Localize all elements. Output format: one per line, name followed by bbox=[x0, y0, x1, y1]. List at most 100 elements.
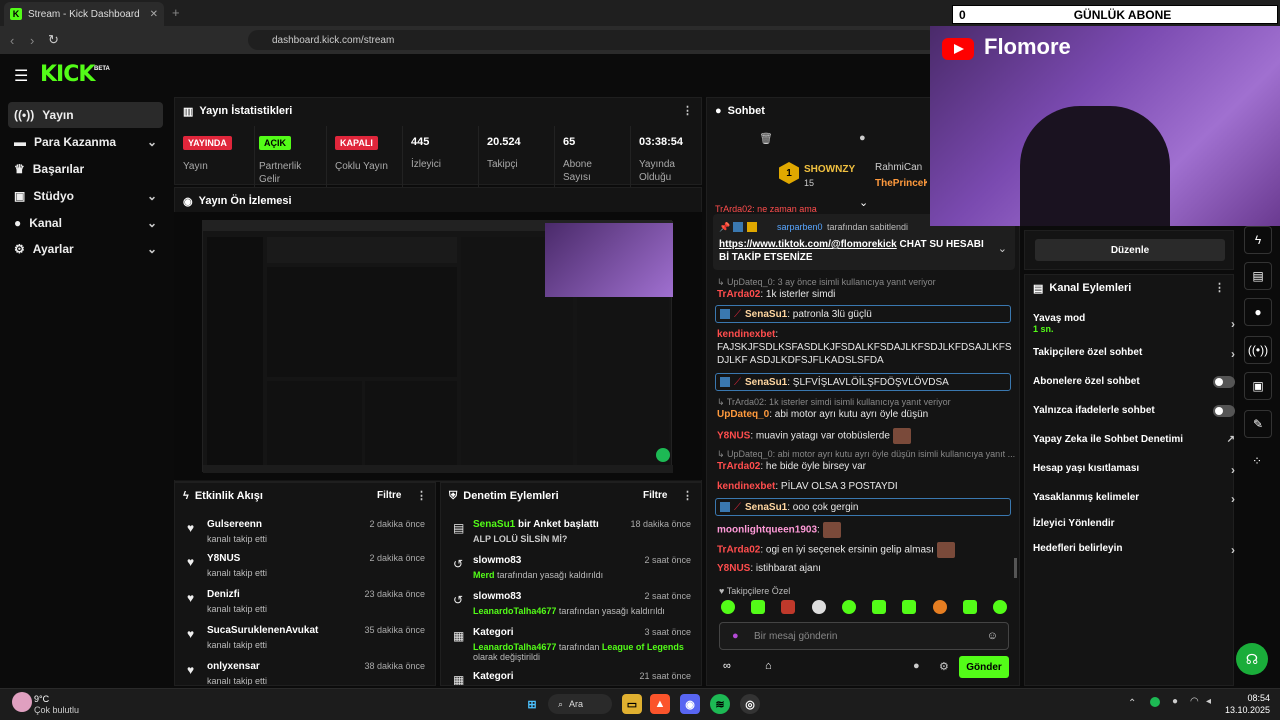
close-tab-icon[interactable]: ✕ bbox=[150, 9, 158, 20]
settings-icon[interactable]: ⚙ bbox=[939, 660, 949, 673]
weather-temp[interactable]: 9°C bbox=[34, 694, 49, 704]
wifi-icon[interactable]: ◠ bbox=[1190, 696, 1199, 707]
mod-target-user[interactable]: slowmo83 bbox=[473, 555, 521, 566]
chat-username[interactable]: SenaSu1 bbox=[745, 502, 787, 513]
followers-only-row[interactable]: Takipçilere özel sohbet › bbox=[1033, 347, 1235, 367]
account-age-row[interactable]: Hesap yaşı kısıtlaması › bbox=[1033, 463, 1235, 483]
sidebar-item-kanal[interactable]: ● Kanal ⌄ bbox=[8, 210, 163, 236]
top-user-name[interactable]: ThePrinceK bbox=[875, 178, 927, 189]
reload-icon[interactable]: ↻ bbox=[48, 32, 59, 48]
filter-button[interactable]: Filtre bbox=[377, 490, 401, 501]
mod-target-user[interactable]: slowmo83 bbox=[473, 591, 521, 602]
community-icon[interactable]: ⁘ bbox=[1252, 454, 1262, 468]
chevron-down-icon[interactable]: ⌄ bbox=[998, 242, 1007, 255]
emote-icon[interactable] bbox=[721, 600, 735, 614]
toggle-switch[interactable] bbox=[1213, 405, 1235, 417]
chat-username[interactable]: TrArda02 bbox=[717, 289, 760, 300]
mod-username[interactable]: LeanardoTalha4677 bbox=[473, 606, 556, 616]
top-user-name[interactable]: SHOWNZY bbox=[804, 164, 855, 175]
browser-tab[interactable]: K Stream - Kick Dashboard ✕ bbox=[4, 2, 164, 26]
notes-button[interactable]: ▤ bbox=[1244, 262, 1272, 290]
layout-button[interactable]: ▣ bbox=[1244, 372, 1272, 400]
emote-icon[interactable] bbox=[751, 600, 766, 614]
chat-username[interactable]: UpDateq_0 bbox=[717, 409, 769, 420]
community-icon[interactable]: ∞ bbox=[723, 660, 731, 672]
file-explorer-icon[interactable]: ▭ bbox=[622, 694, 642, 714]
filter-button[interactable]: Filtre bbox=[643, 490, 667, 501]
more-options-icon[interactable]: ⋮ bbox=[416, 489, 427, 502]
chat-button[interactable]: ● bbox=[1244, 298, 1272, 326]
volume-icon[interactable]: ◂ bbox=[1206, 696, 1211, 707]
sidebar-item-para-kazanma[interactable]: ▬ Para Kazanma ⌄ bbox=[8, 129, 163, 155]
back-icon[interactable]: ‹ bbox=[10, 33, 14, 48]
chat-username[interactable]: kendinexbet bbox=[717, 481, 775, 492]
emote-icon[interactable] bbox=[962, 600, 977, 614]
new-tab-icon[interactable]: + bbox=[172, 5, 180, 20]
mod-username[interactable]: SenaSu1 bbox=[473, 519, 515, 530]
trash-icon[interactable]: 🗑 bbox=[759, 132, 773, 145]
feed-username[interactable]: Denizfi bbox=[207, 589, 240, 600]
tray-chevron-icon[interactable]: ⌃ bbox=[1128, 698, 1136, 709]
microphone-icon[interactable]: ● bbox=[732, 630, 739, 642]
feed-username[interactable]: SucaSuruklenenAvukat bbox=[207, 625, 318, 636]
store-icon[interactable]: ⌂ bbox=[765, 660, 772, 672]
feed-username[interactable]: Y8NUS bbox=[207, 553, 240, 564]
forward-icon[interactable]: › bbox=[30, 33, 34, 48]
mod-username[interactable]: LeanardoTalha4677 bbox=[473, 642, 556, 652]
send-button[interactable]: Gönder bbox=[959, 656, 1009, 678]
tools-button[interactable]: ✎ bbox=[1244, 410, 1272, 438]
broadcast-button[interactable]: ((•)) bbox=[1244, 336, 1272, 364]
chat-username[interactable]: TrArda02 bbox=[717, 461, 760, 472]
stream-preview-video[interactable] bbox=[174, 212, 702, 480]
emote-icon[interactable] bbox=[992, 600, 1007, 614]
slow-mode-row[interactable]: Yavaş mod 1 sn. › bbox=[1033, 313, 1235, 339]
edit-button[interactable]: Düzenle bbox=[1035, 239, 1225, 261]
taskbar-search[interactable]: ⌕ Ara bbox=[548, 694, 612, 714]
brave-browser-icon[interactable]: ▲ bbox=[650, 694, 670, 714]
discord-icon[interactable]: ◉ bbox=[680, 694, 700, 714]
feed-username[interactable]: Gulsereenn bbox=[207, 519, 262, 530]
emote-icon[interactable] bbox=[872, 600, 887, 614]
more-options-icon[interactable]: ⋮ bbox=[1214, 281, 1225, 294]
banned-words-row[interactable]: Yasaklanmış kelimeler › bbox=[1033, 492, 1235, 512]
weather-icon[interactable] bbox=[12, 692, 32, 712]
emoji-icon[interactable]: ☺ bbox=[987, 630, 998, 642]
sidebar-item-basarilar[interactable]: ♛ Başarılar bbox=[8, 156, 163, 182]
emotes-only-row[interactable]: Yalnızca ifadelerle sohbet bbox=[1033, 405, 1235, 425]
chat-username[interactable]: Y8NUS bbox=[717, 431, 750, 442]
obs-icon[interactable]: ◎ bbox=[740, 694, 760, 714]
category-link[interactable]: League of Legends bbox=[602, 642, 684, 652]
support-headset-icon[interactable]: ☊ bbox=[1236, 643, 1268, 675]
chat-username[interactable]: kendinexbet bbox=[717, 329, 775, 340]
emote-icon[interactable] bbox=[932, 600, 947, 614]
sidebar-item-yayin[interactable]: ((•)) Yayın bbox=[8, 102, 163, 128]
chat-username[interactable]: Y8NUS bbox=[717, 563, 750, 574]
toggle-switch[interactable] bbox=[1213, 376, 1235, 388]
more-options-icon[interactable]: ⋮ bbox=[682, 489, 693, 502]
quick-action-button[interactable]: ϟ bbox=[1244, 226, 1272, 254]
ai-moderation-row[interactable]: Yapay Zeka ile Sohbet Denetimi ↗ bbox=[1033, 434, 1235, 454]
chat-scrollbar[interactable] bbox=[1014, 558, 1017, 578]
set-goals-row[interactable]: Hedefleri belirleyin › bbox=[1033, 543, 1235, 563]
chat-username[interactable]: SenaSu1 bbox=[745, 309, 787, 320]
top-user-name[interactable]: RahmiCan bbox=[875, 162, 922, 173]
emote-icon[interactable] bbox=[902, 600, 917, 614]
clock-date[interactable]: 13.10.2025 bbox=[1216, 705, 1270, 715]
tray-app-icon[interactable] bbox=[1150, 697, 1160, 707]
pinned-link[interactable]: https://www.tiktok.com/@flomorekick bbox=[719, 239, 897, 250]
chat-bubble-icon[interactable]: ● bbox=[859, 132, 866, 144]
url-field[interactable]: dashboard.kick.com/stream bbox=[248, 30, 938, 50]
spotify-icon[interactable]: ≋ bbox=[710, 694, 730, 714]
clock-time[interactable]: 08:54 bbox=[1230, 693, 1270, 703]
hamburger-menu-icon[interactable]: ☰ bbox=[14, 66, 28, 86]
chat-input[interactable]: ● Bir mesaj gönderin ☺ bbox=[719, 622, 1009, 650]
emote-icon[interactable] bbox=[781, 600, 796, 614]
microphone-icon[interactable]: ● bbox=[1172, 696, 1178, 707]
emote-icon[interactable] bbox=[841, 600, 856, 614]
feed-username[interactable]: onlyxensar bbox=[207, 661, 260, 672]
chat-options-icon[interactable]: ● bbox=[913, 660, 920, 672]
host-viewers-row[interactable]: İzleyici Yönlendir bbox=[1033, 518, 1233, 538]
subscribers-only-row[interactable]: Abonelere özel sohbet bbox=[1033, 376, 1235, 396]
pinned-by-user[interactable]: sarparben0 bbox=[777, 222, 823, 232]
mod-username[interactable]: Merd bbox=[473, 570, 495, 580]
